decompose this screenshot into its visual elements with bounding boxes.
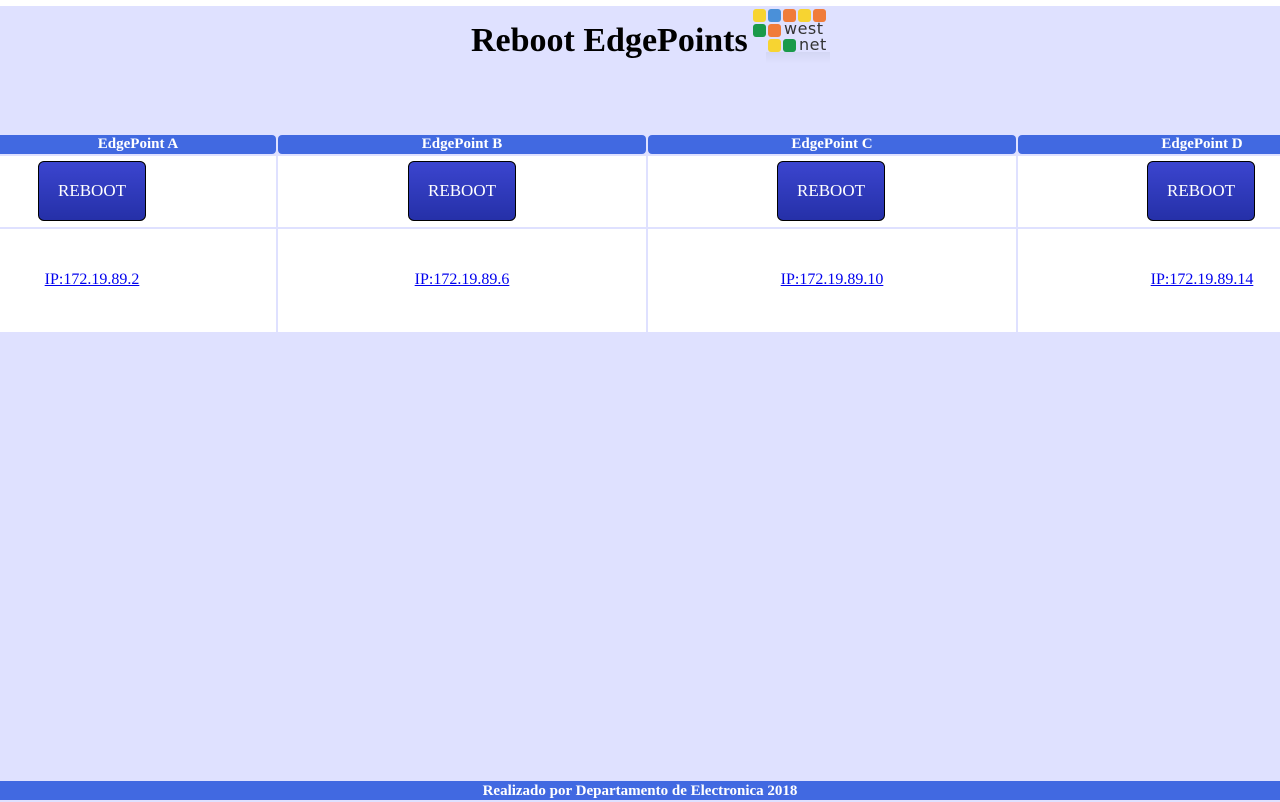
page-title: Reboot EdgePoints bbox=[471, 22, 748, 59]
logo-square bbox=[783, 39, 796, 52]
reboot-cell: REBOOT bbox=[648, 156, 1016, 227]
logo-square bbox=[768, 39, 781, 52]
logo-square bbox=[753, 24, 766, 37]
logo-reflection bbox=[766, 52, 830, 64]
ip-link-d[interactable]: IP:172.19.89.14 bbox=[1151, 271, 1254, 289]
edgepoint-header: EdgePoint D bbox=[1018, 135, 1280, 154]
page-header: Reboot EdgePoints west net bbox=[0, 6, 1280, 76]
edgepoint-header: EdgePoint A bbox=[0, 135, 276, 154]
edgepoint-header: EdgePoint C bbox=[648, 135, 1016, 154]
page-footer: Realizado por Departamento de Electronic… bbox=[0, 781, 1280, 800]
reboot-cell: REBOOT bbox=[278, 156, 646, 227]
westnet-logo: west net bbox=[752, 8, 832, 66]
edgepoint-header: EdgePoint B bbox=[278, 135, 646, 154]
edgepoints-table: EdgePoint A REBOOT IP:172.19.89.2 EdgePo… bbox=[0, 135, 1280, 332]
ip-cell: IP:172.19.89.14 bbox=[1018, 229, 1280, 332]
ip-cell: IP:172.19.89.2 bbox=[0, 229, 276, 332]
logo-square bbox=[768, 9, 781, 22]
reboot-cell: REBOOT bbox=[0, 156, 276, 227]
ip-link-b[interactable]: IP:172.19.89.6 bbox=[415, 271, 510, 289]
logo-square bbox=[753, 9, 766, 22]
logo-square bbox=[768, 24, 781, 37]
edgepoint-column-d: EdgePoint D REBOOT IP:172.19.89.14 bbox=[1018, 135, 1280, 332]
reboot-button-a[interactable]: REBOOT bbox=[38, 161, 146, 221]
ip-link-a[interactable]: IP:172.19.89.2 bbox=[45, 271, 140, 289]
reboot-button-c[interactable]: REBOOT bbox=[777, 161, 885, 221]
edgepoint-column-c: EdgePoint C REBOOT IP:172.19.89.10 bbox=[648, 135, 1016, 332]
edgepoint-column-a: EdgePoint A REBOOT IP:172.19.89.2 bbox=[0, 135, 276, 332]
logo-text-net: net bbox=[799, 35, 827, 54]
reboot-cell: REBOOT bbox=[1018, 156, 1280, 227]
reboot-button-b[interactable]: REBOOT bbox=[408, 161, 516, 221]
edgepoint-column-b: EdgePoint B REBOOT IP:172.19.89.6 bbox=[278, 135, 646, 332]
ip-link-c[interactable]: IP:172.19.89.10 bbox=[781, 271, 884, 289]
ip-cell: IP:172.19.89.10 bbox=[648, 229, 1016, 332]
ip-cell: IP:172.19.89.6 bbox=[278, 229, 646, 332]
reboot-button-d[interactable]: REBOOT bbox=[1147, 161, 1255, 221]
